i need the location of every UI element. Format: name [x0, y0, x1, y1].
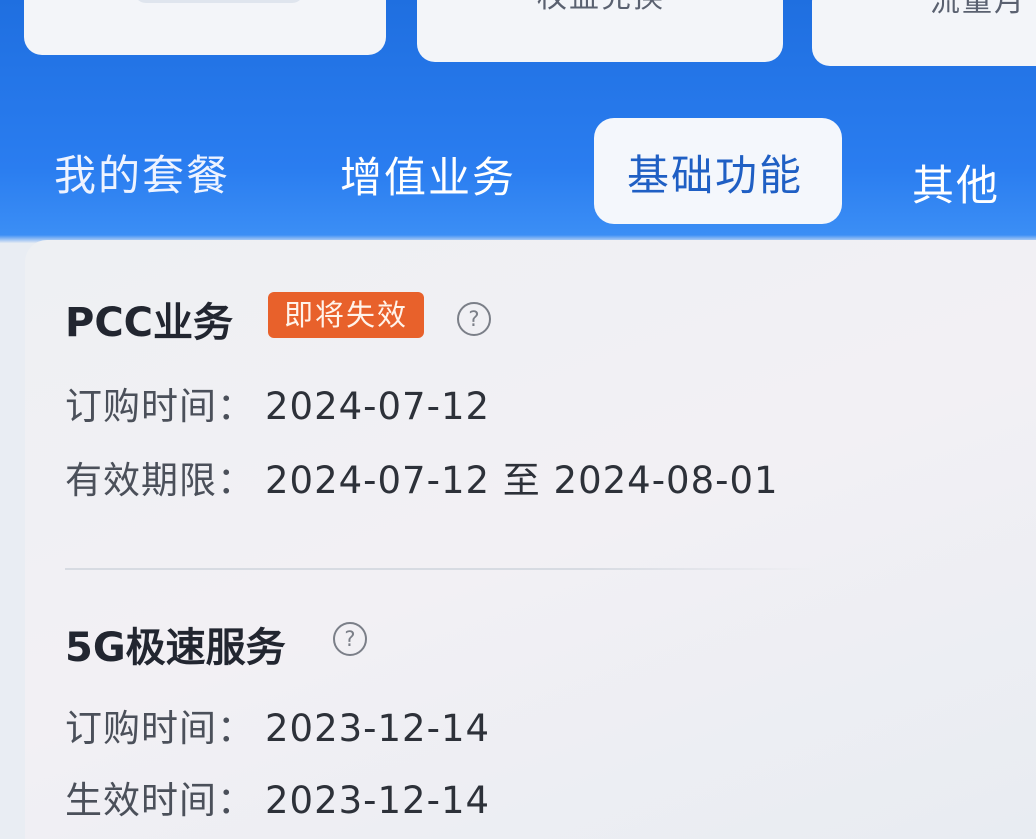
status-badge: 即将失效 [268, 292, 425, 338]
top-card-3[interactable]: 流量月卡 [812, 0, 1036, 66]
tab-basic-functions[interactable]: 基础功能 [594, 118, 842, 224]
validity-label: 有效期限： [65, 459, 255, 502]
top-card-row: 权益兑换 流量月卡 [0, 0, 1036, 70]
tab-other[interactable]: 其他 [912, 152, 1000, 213]
divider [65, 568, 815, 570]
effective-time-label: 生效时间： [65, 779, 255, 822]
question-circle-icon[interactable]: ? [457, 302, 491, 336]
tab-bar: 我的套餐 增值业务 基础功能 其他 [0, 110, 1036, 230]
effective-time-value: 2023-12-14 [265, 779, 491, 822]
top-card-2-label: 权益兑换 [537, 0, 665, 16]
service-title: 5G极速服务 [65, 625, 286, 671]
order-time-row: 订购时间： 2023-12-14 [65, 698, 490, 752]
effective-time-row: 生效时间： 2023-12-14 [65, 770, 490, 824]
question-circle-icon[interactable]: ? [333, 622, 367, 656]
tab-basic-functions-label: 基础功能 [627, 151, 804, 200]
service-list-panel: PCC业务 即将失效 ? 订购时间： 2024-07-12 有效期限： 2024-0… [25, 240, 1036, 839]
validity-row: 有效期限： 2024-07-12 至 2024-08-01 [65, 450, 779, 504]
order-time-label: 订购时间： [65, 385, 255, 428]
order-time-value: 2023-12-14 [265, 707, 491, 750]
top-card-1-pill [134, 0, 304, 3]
tab-value-added[interactable]: 增值业务 [340, 144, 516, 205]
order-time-row: 订购时间： 2024-07-12 [65, 376, 490, 430]
top-card-3-label: 流量月卡 [930, 0, 1036, 19]
order-time-label: 订购时间： [65, 707, 255, 750]
validity-value: 2024-07-12 至 2024-08-01 [265, 459, 779, 502]
order-time-value: 2024-07-12 [265, 385, 491, 428]
tab-my-plan[interactable]: 我的套餐 [54, 142, 230, 203]
top-card-2[interactable]: 权益兑换 [417, 0, 783, 62]
top-card-1[interactable] [24, 0, 386, 55]
service-title: PCC业务 [65, 300, 234, 346]
